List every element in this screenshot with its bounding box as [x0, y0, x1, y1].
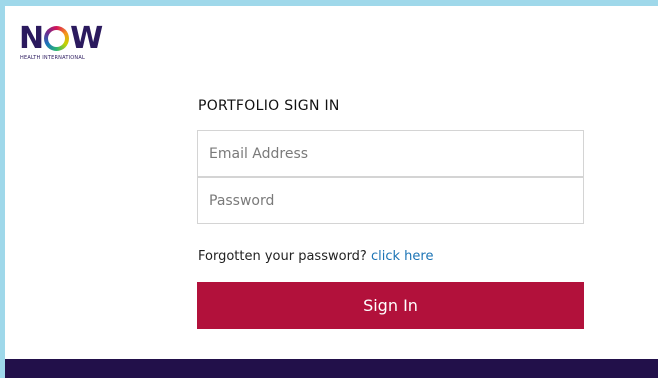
forgot-password-text: Forgotten your password?: [198, 249, 367, 264]
logo-letter-n: N: [19, 21, 44, 56]
forgot-password-row: Forgotten your password? click here: [198, 249, 433, 264]
logo-wordmark: NW: [19, 21, 103, 56]
footer-bar: [5, 359, 658, 378]
password-field[interactable]: [197, 177, 584, 224]
logo-subtitle: HEALTH INTERNATIONAL: [20, 55, 85, 61]
logo-ring-icon: [44, 26, 69, 51]
forgot-password-link[interactable]: click here: [371, 249, 433, 264]
page-title: PORTFOLIO SIGN IN: [198, 98, 340, 114]
now-health-logo[interactable]: NW HEALTH INTERNATIONAL: [19, 24, 109, 66]
login-panel: NW HEALTH INTERNATIONAL PORTFOLIO SIGN I…: [5, 6, 658, 359]
logo-letter-w: W: [70, 21, 103, 56]
sign-in-button[interactable]: Sign In: [197, 282, 584, 329]
email-field[interactable]: [197, 130, 584, 177]
